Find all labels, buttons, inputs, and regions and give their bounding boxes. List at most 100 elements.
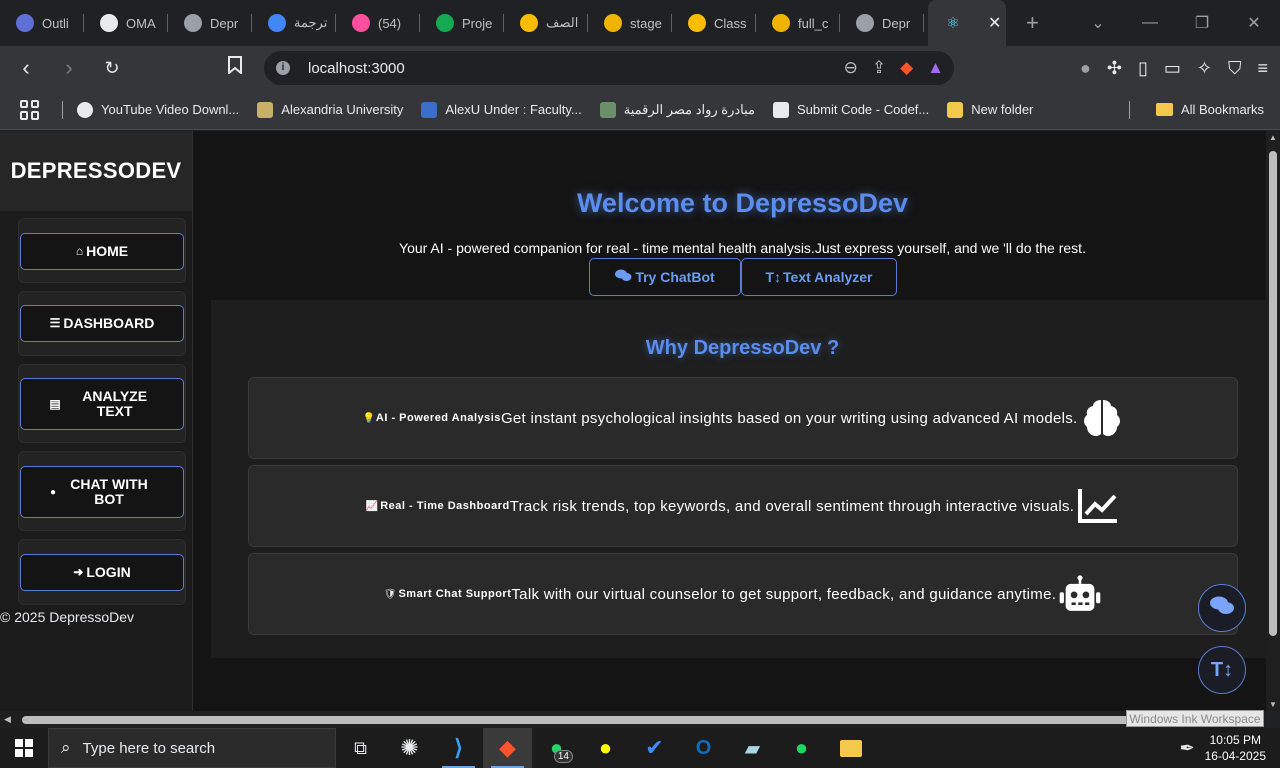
nav-dashboard-button[interactable]: ☰ DASHBOARD — [20, 305, 184, 342]
horizontal-scroll-thumb[interactable] — [22, 716, 1252, 724]
bookmark-label: مبادرة رواد مصر الرقمية — [623, 101, 756, 117]
why-section: Why DepressoDev ? 💡 AI - Powered Analysi… — [211, 300, 1266, 658]
tab-label: (54) — [378, 15, 402, 31]
bookmark-favicon-icon — [257, 101, 274, 118]
nav-home-button[interactable]: ⌂ HOME — [20, 233, 184, 270]
share-icon[interactable]: ⇪ — [872, 58, 886, 78]
taskbar-vscode[interactable]: ⟩ — [434, 728, 483, 768]
url-text[interactable]: localhost:3000 — [308, 60, 405, 77]
bookmark-favicon-icon — [599, 101, 616, 118]
robot-icon — [1058, 572, 1102, 616]
zoom-out-icon[interactable]: ⊖ — [844, 58, 858, 78]
restore-icon[interactable]: ❐ — [1176, 13, 1228, 33]
tab-5[interactable]: Proje — [420, 0, 504, 46]
taskbar-notepad[interactable]: ▰ — [728, 728, 777, 768]
tab-favicon-icon — [268, 14, 286, 32]
close-window-icon[interactable]: ✕ — [1228, 13, 1280, 33]
leo-ai-icon[interactable]: ✧ — [1197, 58, 1212, 79]
extensions-puzzle-icon[interactable]: ✣ — [1107, 58, 1122, 79]
site-info-icon[interactable]: i — [276, 61, 290, 75]
tab-6[interactable]: الصف — [504, 0, 588, 46]
minimize-icon[interactable]: — — [1124, 14, 1176, 32]
chat-fab-button[interactable] — [1198, 584, 1246, 632]
lightbulb-icon: 💡 — [362, 412, 375, 424]
tab-favicon-icon — [16, 14, 34, 32]
back-icon[interactable]: ‹ — [9, 55, 43, 81]
scroll-down-icon[interactable]: ▼ — [1269, 700, 1277, 709]
bookmark-divider — [62, 100, 63, 119]
new-tab-icon[interactable]: + — [1026, 10, 1039, 36]
nav-card-chat: ● CHAT WITH BOT — [18, 451, 186, 531]
tab-3[interactable]: ترجمة — [252, 0, 336, 46]
brave-rewards-icon[interactable]: ▲ — [927, 58, 944, 78]
bookmark-item[interactable]: مبادرة رواد مصر الرقمية — [599, 101, 756, 118]
outlook-icon: O — [695, 736, 712, 759]
tab-search-icon[interactable]: ⌄ — [1072, 13, 1124, 33]
start-button[interactable] — [0, 739, 48, 757]
tab-8[interactable]: Class — [672, 0, 756, 46]
bookmark-item[interactable]: New folder — [947, 101, 1034, 118]
todo-check-icon: ✔ — [645, 735, 664, 760]
vpn-shield-icon[interactable]: ⛉ — [1228, 58, 1242, 79]
try-chatbot-button[interactable]: Try ChatBot — [589, 258, 741, 296]
brand-logo[interactable]: DEPRESSODEV — [0, 131, 192, 211]
bookmark-divider — [1129, 100, 1130, 119]
browser-toolbar: ‹ › ↻ i localhost:3000 ⊖ ⇪ ◆ ▲ ● ✣ ▯ ▭ ✧… — [0, 46, 1280, 90]
taskbar-whatsapp[interactable]: ● 14 — [532, 728, 581, 768]
bookmark-item[interactable]: YouTube Video Downl... — [77, 101, 239, 118]
clock[interactable]: 10:05 PM 16-04-2025 — [1205, 732, 1266, 764]
tab-favicon-icon — [688, 14, 706, 32]
wallet-icon[interactable]: ▭ — [1164, 58, 1181, 79]
tab-2[interactable]: Depr — [168, 0, 252, 46]
tab-1[interactable]: OMA — [84, 0, 168, 46]
taskbar-brave[interactable]: ◆ — [483, 728, 532, 768]
nav-analyze-text-button[interactable]: ▤ ANALYZE TEXT — [20, 378, 184, 430]
nav-login-button[interactable]: ➜ LOGIN — [20, 554, 184, 591]
tab-9[interactable]: full_c — [756, 0, 840, 46]
tab-7[interactable]: stage — [588, 0, 672, 46]
apps-grid-icon[interactable] — [20, 99, 40, 120]
reload-icon[interactable]: ↻ — [95, 58, 129, 79]
taskbar-search[interactable]: ⌕ Type here to search — [48, 728, 336, 768]
bookmark-page-icon[interactable] — [228, 56, 242, 79]
task-view-button[interactable]: ⧉ — [336, 728, 385, 768]
menu-icon[interactable]: ≡ — [1257, 58, 1268, 79]
tab-4[interactable]: (54) — [336, 0, 420, 46]
scroll-up-icon[interactable]: ▲ — [1269, 133, 1277, 142]
all-bookmarks-button[interactable]: All Bookmarks — [1155, 102, 1264, 117]
pen-icon[interactable]: ✒ — [1180, 738, 1195, 759]
tab-favicon-icon — [352, 14, 370, 32]
bookmark-item[interactable]: Submit Code - Codef... — [773, 101, 929, 118]
taskbar-chatgpt[interactable]: ✺ — [385, 728, 434, 768]
scroll-left-icon[interactable]: ◀ — [4, 714, 11, 725]
tab-label: Depr — [210, 15, 239, 31]
chart-emoji-icon: 📈 — [365, 500, 379, 512]
bookmark-item[interactable]: AlexU Under : Faculty... — [421, 101, 582, 118]
vertical-scrollbar[interactable]: ▲ ▼ — [1266, 131, 1280, 711]
taskbar-todo[interactable]: ✔ — [630, 728, 679, 768]
tab-0[interactable]: Outli — [0, 0, 84, 46]
tab-10[interactable]: Depr — [840, 0, 924, 46]
forward-icon[interactable]: › — [52, 55, 86, 81]
bookmark-item[interactable]: Alexandria University — [257, 101, 403, 118]
taskbar-snapchat[interactable]: ● — [581, 728, 630, 768]
nav-chat-label: CHAT WITH BOT — [70, 476, 148, 507]
nav-chat-with-bot-button[interactable]: ● CHAT WITH BOT — [20, 466, 184, 518]
taskbar-outlook[interactable]: O — [679, 728, 728, 768]
main-content: Welcome to DepressoDev Your AI - powered… — [211, 131, 1266, 711]
taskbar-spotify[interactable]: ● — [777, 728, 826, 768]
taskbar-file-explorer[interactable] — [826, 728, 875, 768]
sidebar-toggle-icon[interactable]: ▯ — [1138, 58, 1148, 79]
bookmark-label: New folder — [971, 102, 1034, 117]
tab-label: stage — [630, 15, 662, 31]
text-analyzer-button[interactable]: T↕ Text Analyzer — [741, 258, 897, 296]
address-bar[interactable]: i localhost:3000 ⊖ ⇪ ◆ ▲ — [264, 51, 954, 85]
text-analyzer-fab-button[interactable]: T↕ — [1198, 646, 1246, 694]
tab-active-react[interactable]: ⚛ ✕ — [928, 0, 1006, 46]
close-tab-icon[interactable]: ✕ — [988, 13, 1001, 33]
vertical-scroll-thumb[interactable] — [1269, 151, 1277, 636]
extension-circle-icon[interactable]: ● — [1080, 58, 1091, 79]
brave-shield-icon[interactable]: ◆ — [900, 58, 913, 78]
horizontal-scrollbar[interactable]: ◀ — [0, 711, 1266, 728]
vscode-icon: ⟩ — [454, 735, 463, 760]
